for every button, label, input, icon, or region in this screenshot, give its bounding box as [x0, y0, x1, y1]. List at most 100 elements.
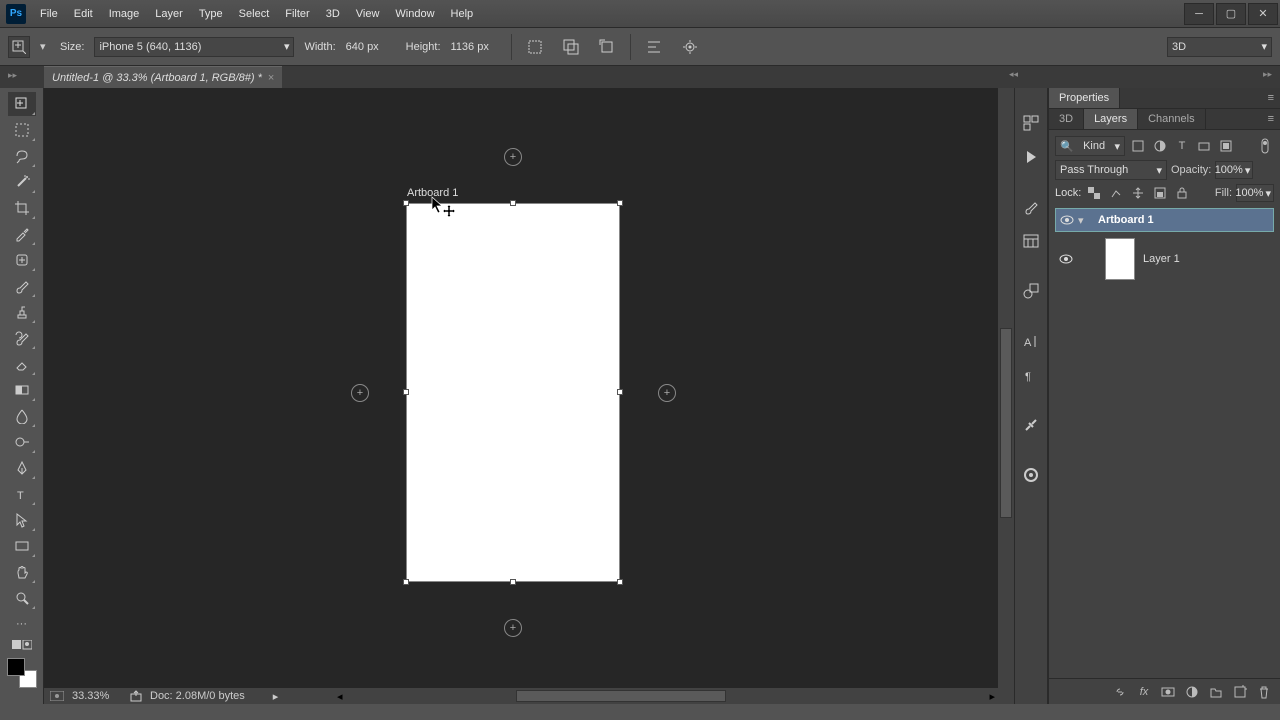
history-brush-tool[interactable] — [8, 326, 36, 350]
filter-type-icon[interactable]: T — [1173, 137, 1191, 155]
twisty-icon[interactable]: ▾ — [1078, 214, 1092, 227]
artboard-option-3-icon[interactable] — [594, 34, 620, 60]
menu-help[interactable]: Help — [443, 4, 482, 24]
workspace-switcher[interactable]: 3D▾ — [1167, 37, 1272, 57]
layer-artboard-1[interactable]: ▾ Artboard 1 — [1055, 208, 1274, 232]
vertical-scrollbar-thumb[interactable] — [1000, 328, 1012, 518]
visibility-toggle-icon[interactable] — [1055, 254, 1077, 264]
rectangle-tool[interactable] — [8, 534, 36, 558]
layer-layer-1[interactable]: Layer 1 — [1055, 232, 1274, 286]
maximize-button[interactable]: ▢ — [1216, 3, 1246, 25]
minimize-button[interactable]: ─ — [1184, 3, 1214, 25]
vertical-scrollbar[interactable] — [998, 88, 1014, 704]
clone-stamp-tool[interactable] — [8, 300, 36, 324]
opacity-value[interactable]: 100%▾ — [1215, 161, 1253, 179]
canvas-area[interactable]: Artboard 1 + + + + 33.33% — [44, 88, 1014, 704]
filter-adjustment-icon[interactable] — [1151, 137, 1169, 155]
artboard-tool[interactable] — [8, 92, 36, 116]
new-layer-icon[interactable] — [1232, 684, 1248, 700]
marquee-tool[interactable] — [8, 118, 36, 142]
filter-toggle-icon[interactable] — [1256, 137, 1274, 155]
lock-position-icon[interactable] — [1129, 184, 1147, 202]
collapse-panels-icon[interactable]: ▸▸ — [1263, 69, 1272, 80]
handle-se[interactable] — [617, 579, 623, 585]
filter-shape-icon[interactable] — [1195, 137, 1213, 155]
horizontal-scrollbar-track[interactable] — [346, 690, 987, 702]
blend-mode-dropdown[interactable]: Pass Through▾ — [1055, 160, 1167, 180]
magic-wand-tool[interactable] — [8, 170, 36, 194]
menu-image[interactable]: Image — [101, 4, 148, 24]
brushes-panel-icon[interactable] — [1018, 192, 1044, 222]
gradient-tool[interactable] — [8, 378, 36, 402]
add-artboard-right[interactable]: + — [658, 384, 676, 402]
eraser-tool[interactable] — [8, 352, 36, 376]
settings-gear-icon[interactable] — [677, 34, 703, 60]
blur-tool[interactable] — [8, 404, 36, 428]
lasso-tool[interactable] — [8, 144, 36, 168]
delete-layer-icon[interactable] — [1256, 684, 1272, 700]
hscroll-left-arrow[interactable]: ◂ — [334, 690, 346, 703]
layer-mask-icon[interactable] — [1160, 684, 1176, 700]
handle-s[interactable] — [510, 579, 516, 585]
doc-info-arrow-icon[interactable]: ▸ — [273, 690, 279, 703]
panel-icon-1[interactable] — [1018, 108, 1044, 138]
menu-edit[interactable]: Edit — [66, 4, 101, 24]
collapse-toolbox-icon[interactable]: ▸▸ — [8, 70, 17, 81]
tab-3d[interactable]: 3D — [1049, 109, 1084, 129]
character-panel-icon[interactable]: A — [1018, 326, 1044, 356]
libraries-panel-icon[interactable] — [1018, 460, 1044, 490]
link-layers-icon[interactable] — [1112, 684, 1128, 700]
panel-menu-icon[interactable]: ≡ — [1262, 109, 1280, 129]
lock-pixels-icon[interactable] — [1107, 184, 1125, 202]
healing-brush-tool[interactable] — [8, 248, 36, 272]
crop-tool[interactable] — [8, 196, 36, 220]
artboard-label[interactable]: Artboard 1 — [407, 187, 458, 199]
visibility-toggle-icon[interactable] — [1056, 215, 1078, 225]
menu-type[interactable]: Type — [191, 4, 231, 24]
height-value[interactable]: 1136 px — [451, 41, 501, 53]
handle-nw[interactable] — [403, 200, 409, 206]
zoom-tool[interactable] — [8, 586, 36, 610]
current-tool-icon[interactable] — [8, 36, 30, 58]
export-icon[interactable] — [130, 690, 142, 702]
layer-comps-panel-icon[interactable] — [1018, 276, 1044, 306]
tab-layers[interactable]: Layers — [1084, 109, 1138, 129]
handle-sw[interactable] — [403, 579, 409, 585]
menu-3d[interactable]: 3D — [318, 4, 348, 24]
size-preset-dropdown[interactable]: iPhone 5 (640, 1136)▾ — [94, 37, 294, 57]
collapse-strip-icon[interactable]: ◂◂ — [1009, 69, 1018, 80]
zoom-level[interactable]: 33.33% — [72, 690, 122, 702]
handle-w[interactable] — [403, 389, 409, 395]
menu-view[interactable]: View — [348, 4, 388, 24]
brush-tool[interactable] — [8, 274, 36, 298]
align-icon[interactable] — [641, 34, 667, 60]
layer-name[interactable]: Layer 1 — [1143, 253, 1180, 265]
hand-tool[interactable] — [8, 560, 36, 584]
menu-file[interactable]: File — [32, 4, 66, 24]
artboard-option-1-icon[interactable] — [522, 34, 548, 60]
quick-mask-toggle[interactable] — [8, 638, 36, 652]
handle-ne[interactable] — [617, 200, 623, 206]
menu-filter[interactable]: Filter — [277, 4, 317, 24]
paragraph-panel-icon[interactable]: ¶ — [1018, 360, 1044, 390]
layer-thumbnail[interactable] — [1105, 238, 1135, 280]
document-tab[interactable]: Untitled-1 @ 33.3% (Artboard 1, RGB/8#) … — [44, 66, 282, 88]
menu-layer[interactable]: Layer — [147, 4, 191, 24]
tool-preset-dropdown[interactable]: ▾ — [40, 40, 50, 53]
quick-mask-indicator-icon[interactable] — [50, 691, 64, 701]
tab-properties[interactable]: Properties — [1049, 88, 1120, 108]
artboard[interactable] — [406, 203, 620, 582]
filter-smart-icon[interactable] — [1217, 137, 1235, 155]
tab-channels[interactable]: Channels — [1138, 109, 1205, 129]
layer-filter-kind-dropdown[interactable]: 🔍Kind▾ — [1055, 136, 1125, 156]
horizontal-scrollbar-thumb[interactable] — [516, 690, 726, 702]
filter-pixel-icon[interactable] — [1129, 137, 1147, 155]
layer-style-icon[interactable]: fx — [1136, 684, 1152, 700]
close-tab-icon[interactable]: × — [268, 72, 274, 84]
path-selection-tool[interactable] — [8, 508, 36, 532]
lock-artboard-icon[interactable] — [1151, 184, 1169, 202]
brush-presets-panel-icon[interactable] — [1018, 226, 1044, 256]
foreground-color-swatch[interactable] — [7, 658, 25, 676]
adjustment-layer-icon[interactable] — [1184, 684, 1200, 700]
actions-panel-icon[interactable] — [1018, 142, 1044, 172]
